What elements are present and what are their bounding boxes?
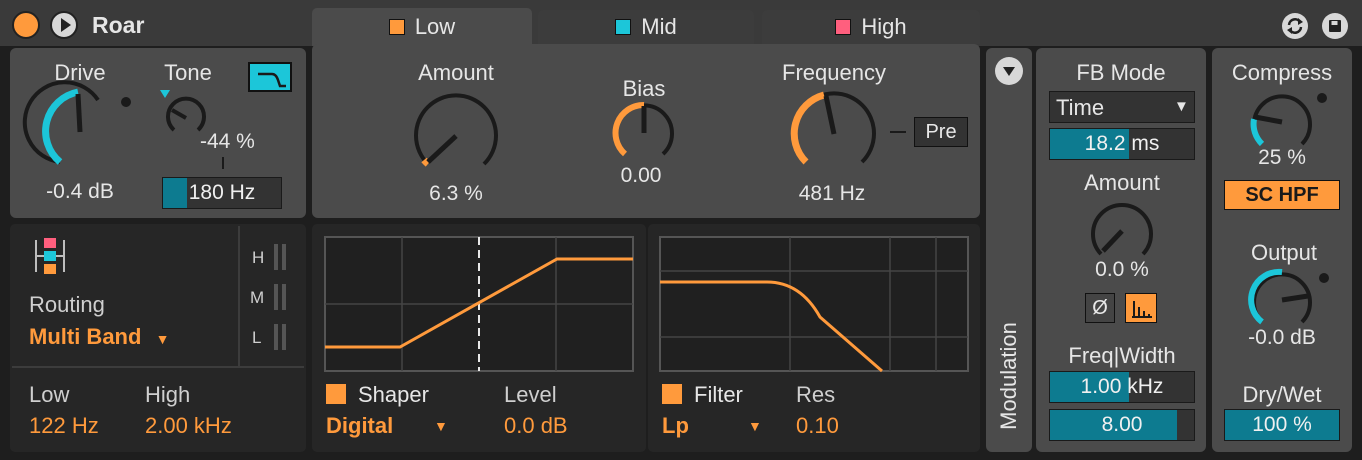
fb-amount-value: 0.0 % — [1095, 258, 1149, 281]
chevron-down-icon: ▼ — [155, 331, 170, 347]
routing-icon — [35, 238, 65, 274]
high-color-swatch — [835, 19, 852, 35]
level-value[interactable]: 0.0 dB — [504, 413, 568, 439]
fb-amount-label: Amount — [1084, 170, 1160, 195]
save-icon[interactable] — [1322, 13, 1348, 39]
fb-time-field[interactable]: 18.2 ms — [1049, 128, 1195, 160]
routing-mode-value: Multi Band — [29, 324, 142, 349]
play-icon[interactable] — [50, 11, 78, 39]
sc-hpf-button[interactable]: SC HPF — [1224, 180, 1340, 210]
device-title: Roar — [92, 12, 145, 38]
chevron-down-icon: ▼ — [1174, 98, 1189, 115]
res-value[interactable]: 0.10 — [796, 413, 839, 439]
fb-freq-number: 1.00 — [1080, 375, 1122, 398]
meter-h-2 — [282, 244, 286, 270]
routing-divider-v — [238, 226, 240, 366]
meter-m-2 — [282, 284, 286, 310]
tab-low-label: Low — [414, 14, 456, 39]
shaper-label: Shaper — [358, 382, 429, 407]
dry-wet-value: 100 % — [1252, 413, 1312, 436]
amount-knob[interactable] — [406, 86, 506, 186]
meter-h — [274, 244, 278, 270]
crossover-low-label: Low — [29, 382, 70, 407]
fb-mode-label: FB Mode — [1076, 60, 1166, 85]
filter-enable-toggle[interactable] — [662, 384, 682, 404]
fb-freq-field[interactable]: 1.00 kHz — [1049, 371, 1195, 403]
drive-value: -0.4 dB — [46, 180, 114, 203]
filter-type-value: Lp — [662, 413, 689, 438]
filter-type-dropdown[interactable]: Lp ▼ — [662, 413, 772, 439]
routing-label: Routing — [29, 292, 105, 317]
bias-value: 0.00 — [620, 164, 662, 187]
dry-wet-label: Dry/Wet — [1242, 382, 1322, 407]
meter-m-label: M — [250, 288, 265, 307]
output-value: -0.0 dB — [1248, 326, 1316, 349]
fb-width-value: 8.00 — [1101, 413, 1143, 436]
drive-knob[interactable] — [22, 80, 131, 182]
meter-l-label: L — [252, 328, 262, 347]
compress-label: Compress — [1231, 60, 1333, 85]
meter-m — [274, 284, 278, 310]
spectrum-icon[interactable] — [1125, 293, 1157, 323]
shaper-type-dropdown[interactable]: Digital ▼ — [326, 413, 456, 439]
fb-mode-dropdown[interactable]: Time ▼ — [1049, 91, 1195, 123]
res-label: Res — [796, 382, 836, 407]
pre-connector — [890, 131, 906, 133]
bias-knob[interactable] — [609, 98, 679, 168]
shaper-type-value: Digital — [326, 413, 394, 438]
crossover-low-value[interactable]: 122 Hz — [29, 413, 99, 439]
chevron-down-icon: ▼ — [434, 418, 448, 434]
tone-value: -44 % — [200, 130, 255, 153]
fb-freq-value: 1.00 kHz — [1050, 372, 1194, 402]
amount-value: 6.3 % — [429, 182, 483, 205]
tab-mid[interactable]: Mid — [538, 10, 754, 44]
level-label: Level — [504, 382, 557, 407]
freq-width-label: Freq|Width — [1068, 343, 1176, 368]
compress-value: 25 % — [1258, 146, 1306, 169]
tab-low[interactable]: Low — [312, 8, 532, 46]
mid-color-swatch — [615, 19, 632, 35]
routing-divider-h — [12, 366, 304, 368]
crossover-high-label: High — [145, 382, 191, 407]
meter-h-label: H — [252, 248, 265, 267]
routing-mode-dropdown[interactable]: Multi Band ▼ — [29, 324, 169, 350]
tone-frequency-value: 180 Hz — [188, 181, 256, 204]
tone-frequency-field[interactable]: 180 Hz — [162, 177, 282, 209]
chevron-down-icon: ▼ — [748, 418, 762, 434]
low-color-swatch — [388, 19, 405, 35]
meter-l-2 — [282, 324, 286, 350]
modulation-label: Modulation — [996, 322, 1021, 430]
tone-label: Tone — [164, 60, 212, 85]
shaper-enable-toggle[interactable] — [326, 384, 346, 404]
meter-l — [274, 324, 278, 350]
tone-connector — [222, 157, 224, 169]
pre-button[interactable]: Pre — [914, 117, 968, 147]
fb-mode-value: Time — [1056, 95, 1105, 120]
modulation-expand-icon[interactable] — [995, 57, 1023, 85]
phase-invert-button[interactable]: Ø — [1085, 293, 1115, 323]
crossover-high-value[interactable]: 2.00 kHz — [145, 413, 232, 439]
dry-wet-field[interactable]: 100 % — [1224, 409, 1340, 441]
fb-amount-knob[interactable] — [1087, 196, 1157, 266]
frequency-value: 481 Hz — [798, 182, 866, 205]
amount-label: Amount — [418, 60, 494, 85]
tab-high-label: High — [861, 14, 907, 39]
shaper-curve-display — [324, 236, 634, 372]
tab-mid-label: Mid — [641, 14, 677, 39]
fb-time-value: 18.2 ms — [1084, 132, 1160, 155]
hot-swap-icon[interactable] — [1282, 13, 1308, 39]
lowpass-filter-icon[interactable] — [248, 62, 292, 92]
device-on-button[interactable] — [12, 11, 40, 39]
tab-high[interactable]: High — [762, 10, 980, 44]
filter-label: Filter — [694, 382, 743, 407]
frequency-knob[interactable] — [784, 84, 884, 184]
frequency-label: Frequency — [782, 60, 886, 85]
fb-width-field[interactable]: 8.00 — [1049, 409, 1195, 441]
fb-freq-unit: kHz — [1127, 375, 1164, 398]
filter-response-display — [659, 236, 969, 373]
